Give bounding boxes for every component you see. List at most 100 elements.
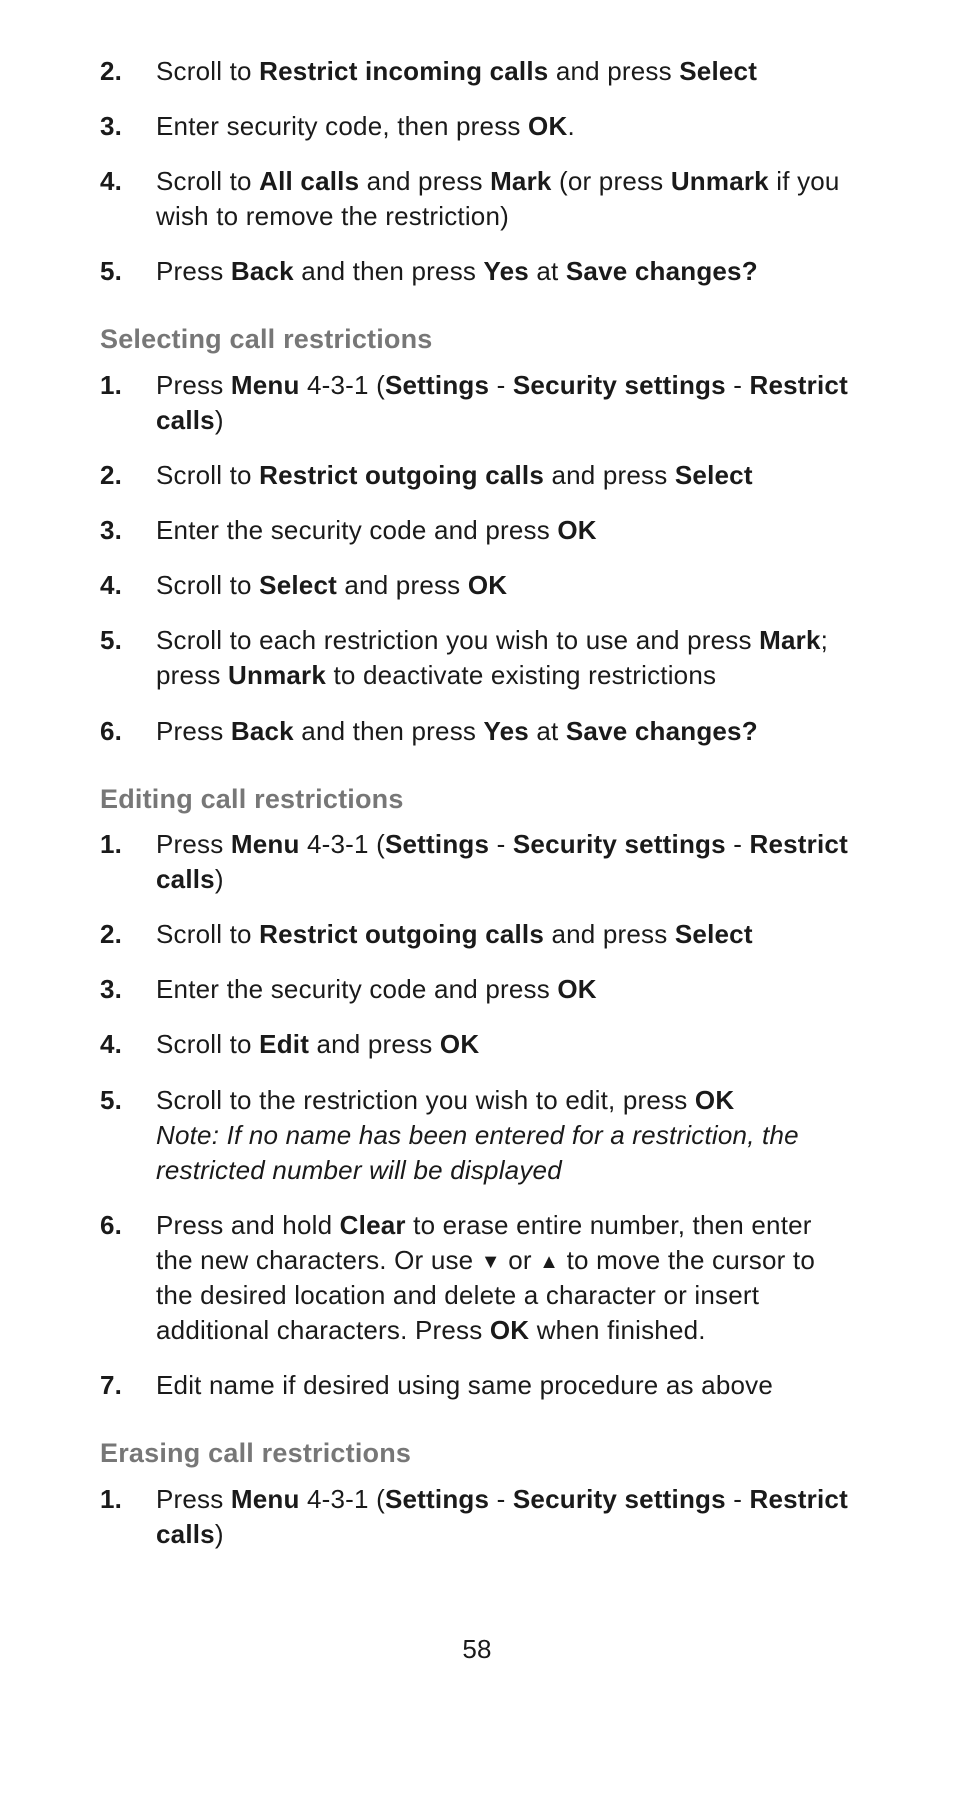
- section-heading: Editing call restrictions: [100, 781, 854, 817]
- step-text: Scroll to Restrict outgoing calls and pr…: [156, 460, 753, 490]
- step-number: 2.: [100, 458, 122, 493]
- step-text: Scroll to Restrict incoming calls and pr…: [156, 56, 757, 86]
- emphasis-term: Select: [675, 919, 753, 949]
- step-item: 5. Press Back and then press Yes at Save …: [100, 254, 854, 289]
- emphasis-term: OK: [695, 1085, 734, 1115]
- emphasis-term: OK: [490, 1315, 529, 1345]
- emphasis-term: OK: [528, 111, 567, 141]
- emphasis-term: OK: [557, 515, 596, 545]
- step-item: 3. Enter the security code and press OK: [100, 513, 854, 548]
- step-item: 4. Scroll to Select and press OK: [100, 568, 854, 603]
- emphasis-term: Menu: [231, 829, 300, 859]
- step-item: 4. Scroll to All calls and press Mark (or…: [100, 164, 854, 234]
- step-list: 1. Press Menu 4-3-1 (Settings - Security …: [100, 827, 854, 1403]
- emphasis-term: Select: [675, 460, 753, 490]
- continued-step-list: 2. Scroll to Restrict incoming calls and …: [100, 54, 854, 289]
- step-item: 6.Press and hold Clear to erase entire n…: [100, 1208, 854, 1348]
- arrow-down-icon: ▼: [481, 1251, 501, 1273]
- step-number: 4.: [100, 164, 122, 199]
- step-number: 3.: [100, 972, 122, 1007]
- emphasis-term: Edit: [259, 1029, 309, 1059]
- step-item: 5. Scroll to each restriction you wish to…: [100, 623, 854, 693]
- emphasis-term: Back: [231, 256, 294, 286]
- step-item: 3.Enter security code, then press OK.: [100, 109, 854, 144]
- emphasis-term: Restrict outgoing calls: [259, 919, 544, 949]
- step-number: 4.: [100, 1027, 122, 1062]
- step-item: 1. Press Menu 4-3-1 (Settings - Security …: [100, 368, 854, 438]
- step-text: Press Back and then press Yes at Save ch…: [156, 256, 758, 286]
- step-number: 6.: [100, 1208, 122, 1243]
- step-item: 3. Enter the security code and press OK: [100, 972, 854, 1007]
- step-text: Scroll to Select and press OK: [156, 570, 507, 600]
- emphasis-term: Select: [679, 56, 757, 86]
- step-number: 5.: [100, 254, 122, 289]
- step-text: Enter security code, then press OK.: [156, 111, 575, 141]
- emphasis-term: Yes: [484, 716, 529, 746]
- step-item: 2. Scroll to Restrict outgoing calls and …: [100, 917, 854, 952]
- step-note: Note: If no name has been entered for a …: [156, 1118, 854, 1188]
- step-text: Press Menu 4-3-1 (Settings - Security se…: [156, 1484, 848, 1549]
- manual-page: 2. Scroll to Restrict incoming calls and …: [0, 0, 954, 1707]
- step-item: 6. Press Back and then press Yes at Save …: [100, 714, 854, 749]
- step-item: 5. Scroll to the restriction you wish to …: [100, 1083, 854, 1188]
- step-number: 1.: [100, 1482, 122, 1517]
- step-text: Scroll to each restriction you wish to u…: [156, 625, 828, 690]
- emphasis-term: Save changes?: [566, 256, 758, 286]
- step-number: 6.: [100, 714, 122, 749]
- emphasis-term: All calls: [259, 166, 359, 196]
- section-heading: Erasing call restrictions: [100, 1435, 854, 1471]
- step-list: 1. Press Menu 4-3-1 (Settings - Security …: [100, 368, 854, 749]
- arrow-up-icon: ▲: [539, 1251, 559, 1273]
- step-item: 4. Scroll to Edit and press OK: [100, 1027, 854, 1062]
- emphasis-term: Yes: [484, 256, 529, 286]
- emphasis-term: Mark: [490, 166, 552, 196]
- emphasis-term: Security settings: [513, 370, 726, 400]
- step-text: Enter the security code and press OK: [156, 974, 597, 1004]
- step-number: 3.: [100, 513, 122, 548]
- step-number: 4.: [100, 568, 122, 603]
- step-text: Enter the security code and press OK: [156, 515, 597, 545]
- step-item: 2. Scroll to Restrict incoming calls and …: [100, 54, 854, 89]
- step-text: Scroll to Edit and press OK: [156, 1029, 479, 1059]
- emphasis-term: Restrict incoming calls: [259, 56, 548, 86]
- step-text: Press Menu 4-3-1 (Settings - Security se…: [156, 829, 848, 894]
- emphasis-term: OK: [468, 570, 507, 600]
- step-item: 2. Scroll to Restrict outgoing calls and …: [100, 458, 854, 493]
- step-number: 5.: [100, 623, 122, 658]
- step-number: 7.: [100, 1368, 122, 1403]
- emphasis-term: Settings: [385, 829, 489, 859]
- emphasis-term: Save changes?: [566, 716, 758, 746]
- emphasis-term: Select: [259, 570, 337, 600]
- step-number: 5.: [100, 1083, 122, 1118]
- step-number: 2.: [100, 917, 122, 952]
- step-number: 2.: [100, 54, 122, 89]
- step-text: Scroll to the restriction you wish to ed…: [156, 1085, 734, 1115]
- emphasis-term: Settings: [385, 370, 489, 400]
- emphasis-term: Menu: [231, 370, 300, 400]
- emphasis-term: Unmark: [228, 660, 326, 690]
- emphasis-term: OK: [557, 974, 596, 1004]
- emphasis-term: Settings: [385, 1484, 489, 1514]
- step-number: 1.: [100, 368, 122, 403]
- page-number: 58: [100, 1632, 854, 1667]
- step-item: 1. Press Menu 4-3-1 (Settings - Security …: [100, 827, 854, 897]
- section-heading: Selecting call restrictions: [100, 321, 854, 357]
- step-text: Edit name if desired using same procedur…: [156, 1370, 773, 1400]
- emphasis-term: Clear: [340, 1210, 406, 1240]
- emphasis-term: Back: [231, 716, 294, 746]
- emphasis-term: Security settings: [513, 829, 726, 859]
- step-number: 1.: [100, 827, 122, 862]
- step-text: Press Menu 4-3-1 (Settings - Security se…: [156, 370, 848, 435]
- step-item: 7. Edit name if desired using same proced…: [100, 1368, 854, 1403]
- step-list: 1. Press Menu 4-3-1 (Settings - Security …: [100, 1482, 854, 1552]
- emphasis-term: Restrict outgoing calls: [259, 460, 544, 490]
- emphasis-term: Menu: [231, 1484, 300, 1514]
- step-text: Press Back and then press Yes at Save ch…: [156, 716, 758, 746]
- step-text: Scroll to Restrict outgoing calls and pr…: [156, 919, 753, 949]
- step-text: Scroll to All calls and press Mark (or p…: [156, 166, 840, 231]
- emphasis-term: Mark: [759, 625, 821, 655]
- emphasis-term: OK: [440, 1029, 479, 1059]
- step-item: 1. Press Menu 4-3-1 (Settings - Security …: [100, 1482, 854, 1552]
- emphasis-term: Unmark: [671, 166, 769, 196]
- emphasis-term: Security settings: [513, 1484, 726, 1514]
